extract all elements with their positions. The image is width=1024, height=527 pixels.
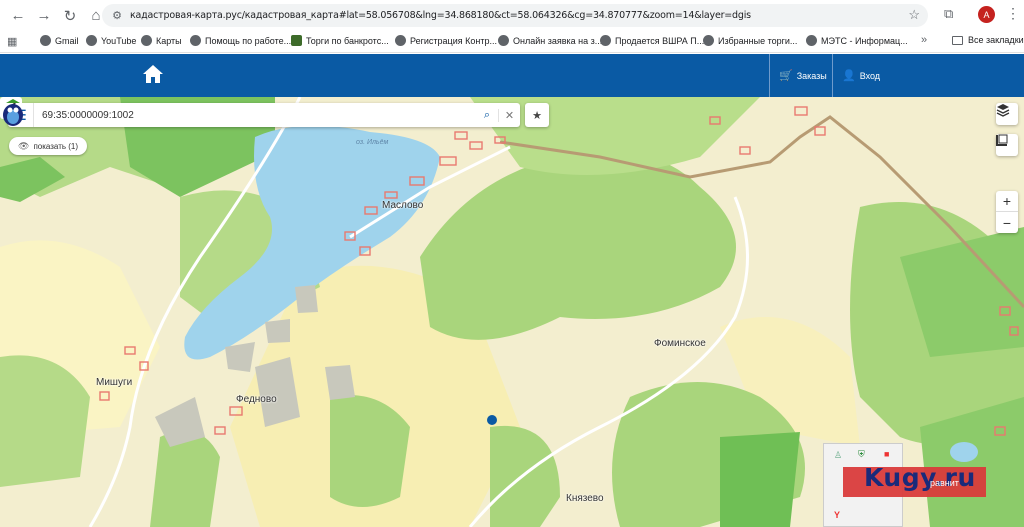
globe-icon — [395, 35, 406, 46]
zoom-control: + − — [996, 191, 1018, 233]
browser-menu-icon[interactable]: ⋮ — [1006, 5, 1020, 22]
yandex-icon: Y — [834, 510, 841, 520]
profile-avatar[interactable]: A — [978, 6, 995, 23]
bookmark-online[interactable]: Онлайн заявка на з... — [498, 35, 602, 46]
bookmarks-overflow[interactable]: » — [921, 34, 927, 46]
bookmark-star-icon[interactable]: ☆ — [908, 7, 920, 23]
site-favicon — [291, 35, 302, 46]
place-label: Князево — [566, 493, 604, 504]
orders-button[interactable]: 🛒 Заказы — [779, 54, 827, 97]
bookmark-youtube[interactable]: YouTube — [86, 35, 136, 46]
show-results-button[interactable]: 👁 показать (1) — [9, 137, 88, 155]
globe-icon — [703, 35, 714, 46]
star-icon[interactable]: ★ — [525, 103, 549, 127]
bookmark-registration[interactable]: Регистрация Контр... — [395, 35, 497, 46]
search-bar: ☰ 69:35:0000009:1002 ⌕ ✕ — [8, 103, 520, 127]
header-divider — [832, 54, 833, 97]
zoom-out-button[interactable]: − — [996, 212, 1018, 233]
place-label: Мишуги — [96, 377, 133, 388]
banner-text: равнит — [930, 478, 959, 488]
brand-watermark: Kugy.ru — [864, 463, 976, 492]
place-label: Федново — [236, 394, 277, 405]
globe-icon — [86, 35, 97, 46]
site-info-icon[interactable]: ⚙ — [108, 9, 126, 22]
place-label: Маслово — [382, 200, 424, 211]
browser-toolbar: ← → ↻ ⌂ ⚙ кадастровая-карта.рус/кадастро… — [0, 0, 1024, 31]
header-divider — [769, 54, 770, 97]
extensions-icon[interactable]: ⧉ — [944, 6, 953, 22]
globe-icon — [40, 35, 51, 46]
layers-icon[interactable] — [996, 103, 1018, 125]
place-label: Фоминское — [654, 338, 706, 349]
bookmarks-bar: ▦ Gmail YouTube Карты Помощь по работе..… — [0, 31, 1024, 53]
zoom-in-button[interactable]: + — [996, 191, 1018, 212]
reload-icon[interactable]: ↻ — [58, 4, 82, 28]
parcel-marker[interactable] — [487, 415, 497, 425]
map-canvas[interactable]: оз. Ильём Маслово Мишуги Федново Фоминск… — [0, 97, 1024, 527]
mascot-icon — [3, 99, 23, 126]
cart-icon: 🛒 — [779, 70, 793, 82]
bookmark-maps[interactable]: Карты — [141, 35, 182, 46]
address-bar[interactable]: ⚙ кадастровая-карта.рус/кадастровая_карт… — [102, 4, 928, 27]
login-button[interactable]: 👤 Вход — [842, 54, 880, 97]
bottle-icon: ♙ — [834, 450, 843, 460]
globe-icon — [190, 35, 201, 46]
site-header: 🛒 Заказы 👤 Вход — [0, 54, 1024, 97]
bookmark-sale[interactable]: Продается ВШРА П... — [600, 35, 704, 46]
lake-label: оз. Ильём — [356, 139, 389, 146]
bookmark-bankrupt[interactable]: Торги по банкротс... — [291, 35, 389, 46]
apps-grid-icon[interactable]: ▦ — [7, 35, 21, 48]
home-icon[interactable] — [142, 64, 164, 84]
back-icon[interactable]: ← — [6, 4, 30, 28]
globe-icon — [806, 35, 817, 46]
all-bookmarks[interactable]: Все закладки — [952, 35, 1024, 45]
eye-icon: 👁 — [18, 140, 30, 151]
url-text: кадастровая-карта.рус/кадастровая_карта#… — [130, 10, 751, 21]
folder-icon — [952, 35, 963, 45]
bookmark-help[interactable]: Помощь по работе... — [190, 35, 291, 46]
search-input[interactable]: 69:35:0000009:1002 — [42, 110, 476, 121]
bookmark-favorites[interactable]: Избранные торги... — [703, 35, 797, 46]
globe-icon — [498, 35, 509, 46]
shield-icon: ⛨ — [858, 449, 865, 459]
globe-icon — [141, 35, 152, 46]
close-icon[interactable]: ✕ — [498, 108, 520, 122]
bookmark-gmail[interactable]: Gmail — [40, 35, 79, 46]
forward-icon[interactable]: → — [32, 4, 56, 28]
bookmark-mets[interactable]: МЭТС - Информац... — [806, 35, 908, 46]
user-icon: 👤 — [842, 70, 856, 82]
measure-icon[interactable] — [996, 134, 1018, 156]
globe-icon — [600, 35, 611, 46]
search-icon[interactable]: ⌕ — [476, 109, 498, 122]
flag-icon: ■ — [884, 449, 890, 459]
